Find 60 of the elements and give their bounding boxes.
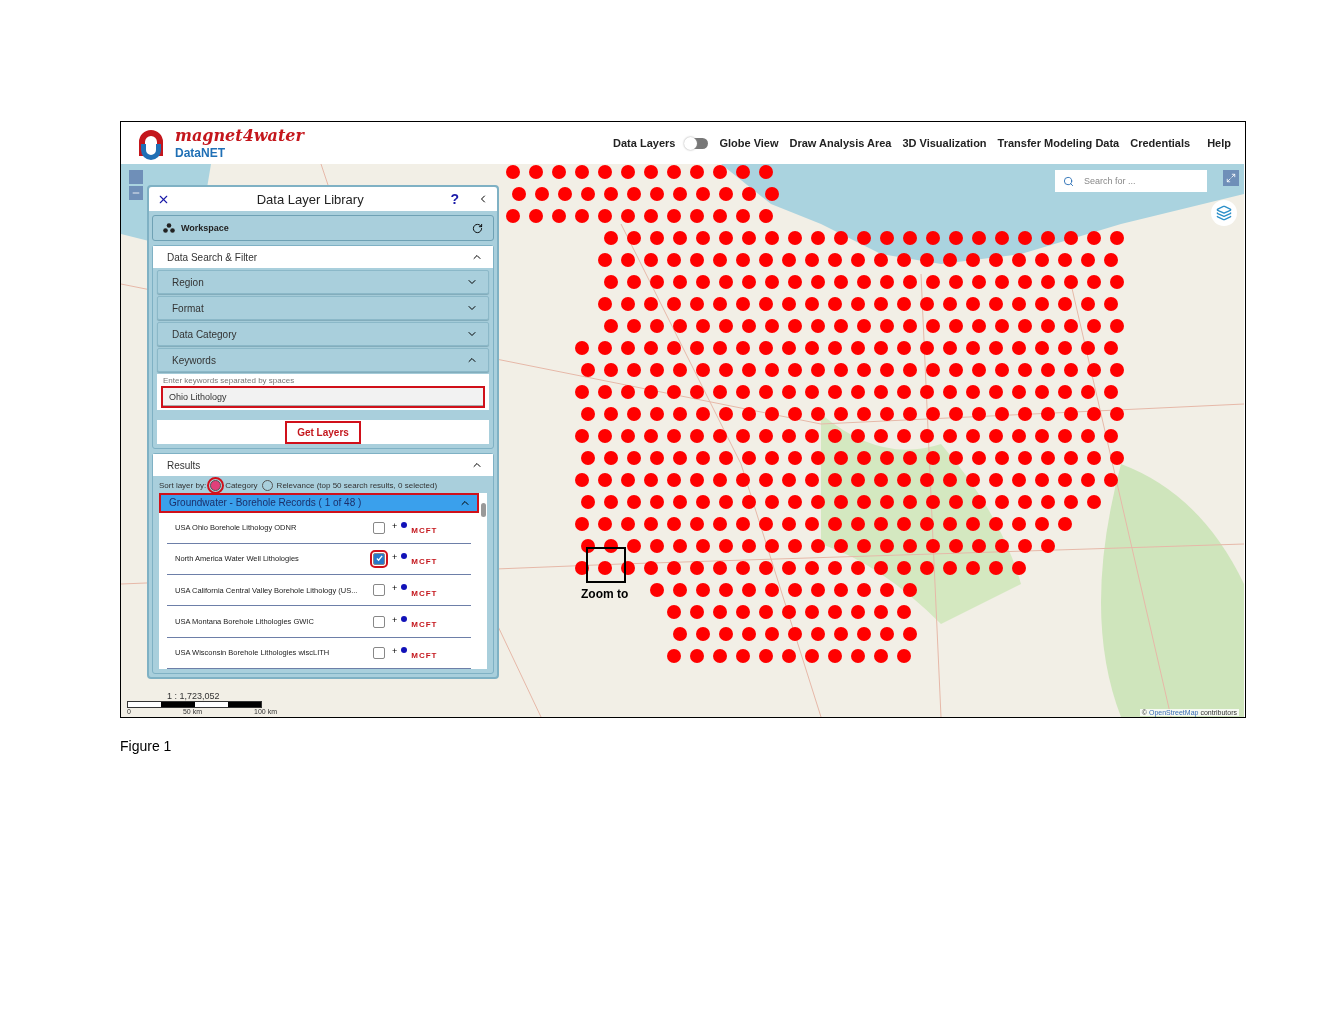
nav-link[interactable]: Help	[1207, 137, 1231, 149]
format-tags: MCFT	[411, 557, 438, 567]
info-dot-icon[interactable]	[401, 584, 408, 591]
search-field[interactable]: Search for ...	[1082, 175, 1186, 187]
nav-link[interactable]: Globe View	[719, 137, 779, 149]
layer-checkbox[interactable]	[373, 584, 385, 597]
info-dot-icon[interactable]	[401, 521, 408, 528]
help-link[interactable]: ?	[450, 191, 459, 207]
keywords-field[interactable]: Ohio Lithology	[163, 388, 483, 406]
scale-ratio: 1 : 1,723,052	[167, 691, 221, 701]
radio-label: Category	[225, 481, 258, 490]
filter-section[interactable]: Format	[157, 296, 489, 320]
search-icon	[1063, 175, 1074, 187]
format-tags: MCFT	[411, 526, 438, 536]
layer-checkbox[interactable]	[373, 521, 385, 534]
nav-link[interactable]: Draw Analysis Area	[789, 137, 892, 149]
logo-subtitle: DataNET	[175, 146, 226, 159]
zoom-label: Zoom to	[581, 587, 629, 601]
toggle-switch[interactable]	[686, 137, 709, 149]
workspace-label: Workspace	[181, 223, 230, 233]
workspace-bar[interactable]: Workspace	[152, 215, 494, 241]
layers-icon	[1216, 205, 1232, 221]
format-tags: MCFT	[411, 620, 438, 630]
results-header[interactable]: Results	[153, 454, 493, 476]
expand-icon	[1226, 173, 1236, 183]
panel-title: Data Layer Library	[255, 191, 365, 207]
nav-link[interactable]: 3D Visualization	[902, 137, 987, 149]
plus-label[interactable]: +	[392, 583, 398, 594]
figure-caption: Figure 1	[120, 738, 173, 754]
layer-checkbox[interactable]	[373, 646, 385, 659]
plus-label[interactable]: +	[392, 614, 398, 625]
info-dot-icon[interactable]	[401, 615, 408, 622]
filter-section[interactable]: Region	[157, 270, 489, 294]
nav-link[interactable]: Credentials	[1130, 137, 1191, 149]
group-header[interactable]: Groundwater - Borehole Records ( 1 of 48 )	[159, 493, 479, 513]
info-dot-icon[interactable]	[401, 646, 408, 653]
search-filter-header[interactable]: Data Search & Filter	[153, 246, 493, 268]
nav-link[interactable]: Transfer Modeling Data	[997, 137, 1120, 149]
plus-label[interactable]: +	[392, 520, 398, 531]
cluster-icon	[163, 223, 175, 233]
plus-label[interactable]: +	[392, 552, 398, 562]
logo-title: magnet4water	[175, 127, 304, 144]
nav-link[interactable]: Data Layers	[613, 137, 676, 149]
search-field[interactable]: Search for ...	[1055, 170, 1207, 192]
refresh-icon[interactable]	[472, 222, 483, 234]
radio-button[interactable]	[210, 480, 222, 491]
get-layers-button[interactable]: Get Layers	[157, 420, 489, 444]
radio-label: Relevance (top 50 search results, 0 selected)	[276, 481, 438, 490]
filter-section[interactable]: Data Category	[157, 322, 489, 346]
layer-checkbox[interactable]	[373, 615, 385, 628]
sort-label: Sort layer by:	[159, 481, 207, 490]
layer-checkbox[interactable]	[373, 553, 385, 565]
format-tags: MCFT	[411, 588, 438, 598]
plus-label[interactable]: +	[392, 645, 398, 656]
fullscreen-button[interactable]	[1223, 170, 1239, 186]
zoom-box	[586, 547, 626, 583]
keywords-hint: Enter keywords separated by spaces	[163, 376, 296, 385]
info-dot-icon[interactable]	[401, 553, 408, 559]
filter-section[interactable]: Keywords	[157, 348, 489, 372]
format-tags: MCFT	[411, 651, 438, 661]
